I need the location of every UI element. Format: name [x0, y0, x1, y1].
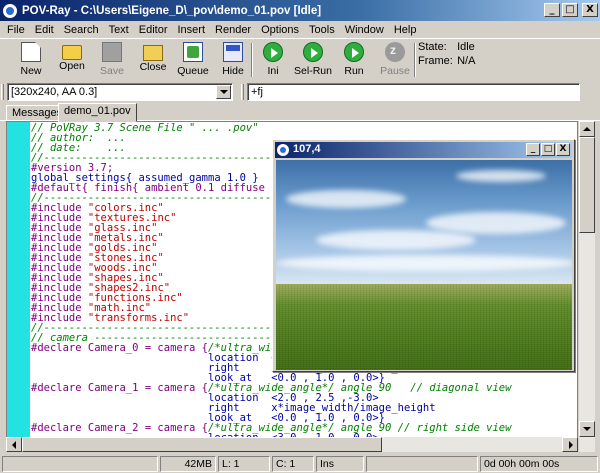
menu-window[interactable]: Window: [340, 24, 389, 36]
horizontal-scroll-thumb[interactable]: [22, 437, 382, 452]
status-blank: [366, 456, 478, 472]
status-memory: 42MB: [160, 456, 216, 472]
cloud: [276, 255, 572, 271]
pause-button[interactable]: Pause: [375, 41, 415, 79]
hide-label: Hide: [222, 65, 244, 77]
ini-button[interactable]: Ini: [253, 41, 293, 79]
menu-search[interactable]: Search: [59, 24, 104, 36]
close-file-button[interactable]: Close: [133, 41, 173, 79]
pause-label: Pause: [380, 65, 410, 77]
cloud: [456, 170, 546, 182]
menu-insert[interactable]: Insert: [173, 24, 211, 36]
chevron-down-icon[interactable]: [216, 85, 231, 99]
queue-button[interactable]: Queue: [173, 41, 213, 79]
run-icon: [344, 42, 364, 62]
status-elapsed-time: 0d 00h 00m 00s: [480, 456, 598, 472]
cloud: [286, 190, 406, 208]
save-disk-icon: [102, 42, 122, 62]
scroll-left-icon[interactable]: [6, 437, 22, 452]
resolution-select[interactable]: [320x240, AA 0.3]: [7, 83, 233, 101]
render-maximize-button[interactable]: □: [541, 143, 555, 156]
menu-editor[interactable]: Editor: [134, 24, 173, 36]
close-label: Close: [139, 61, 167, 73]
new-file-icon: [21, 42, 41, 62]
sel-run-button[interactable]: Sel-Run: [293, 41, 333, 79]
options-bar: [320x240, AA 0.3] +fj: [0, 81, 600, 103]
menu-render[interactable]: Render: [210, 24, 256, 36]
new-label: New: [20, 65, 42, 77]
run-label: Run: [344, 65, 364, 77]
state-label: State:: [418, 41, 447, 53]
grass-ground: [276, 284, 572, 370]
render-close-button[interactable]: X: [556, 143, 570, 156]
sky: [276, 160, 572, 284]
queue-label: Queue: [177, 65, 209, 77]
command-line-input[interactable]: +fj: [247, 83, 580, 101]
ini-label: Ini: [267, 65, 279, 77]
toolbar: New Open Save Close Queue Hide Ini Sel-R…: [0, 38, 600, 80]
status-bar: 42MB L: 1 C: 1 Ins 0d 00h 00m 00s: [0, 455, 600, 473]
status-message: [2, 456, 158, 472]
command-line-value: +fj: [251, 86, 263, 98]
open-button[interactable]: Open: [52, 41, 92, 79]
render-minimize-button[interactable]: _: [526, 143, 540, 156]
sel-run-label: Sel-Run: [294, 65, 332, 77]
open-label: Open: [59, 60, 85, 72]
window-title: POV-Ray - C:\Users\Eigene_D\_pov\demo_01…: [22, 4, 322, 17]
render-window-titlebar[interactable]: 107,4 _ □ X: [275, 142, 572, 158]
hide-window-icon: [223, 42, 243, 62]
state-value: Idle: [457, 41, 475, 53]
ini-run-icon: [263, 42, 283, 62]
menu-help[interactable]: Help: [389, 24, 422, 36]
menu-tools[interactable]: Tools: [304, 24, 340, 36]
resolution-value: [320x240, AA 0.3]: [11, 86, 98, 98]
title-bar[interactable]: POV-Ray - C:\Users\Eigene_D\_pov\demo_01…: [0, 0, 600, 21]
cloud: [316, 230, 476, 250]
menu-file[interactable]: File: [2, 24, 30, 36]
status-line: L: 1: [218, 456, 270, 472]
status-column: C: 1: [272, 456, 314, 472]
maximize-button[interactable]: □: [562, 3, 578, 17]
render-preview-window[interactable]: 107,4 _ □ X: [272, 139, 575, 372]
vertical-scroll-thumb[interactable]: [579, 137, 595, 233]
open-folder-icon: [62, 45, 82, 60]
horizontal-scrollbar[interactable]: [6, 437, 578, 452]
frame-value: N/A: [457, 55, 476, 67]
pause-icon: [385, 42, 405, 62]
vertical-scrollbar[interactable]: [579, 121, 595, 452]
sel-run-icon: [303, 42, 323, 62]
minimize-button[interactable]: _: [544, 3, 560, 17]
toolbar-separator: [414, 43, 416, 77]
menu-text[interactable]: Text: [104, 24, 134, 36]
editor-gutter: [7, 122, 30, 451]
menu-edit[interactable]: Edit: [30, 24, 59, 36]
run-button[interactable]: Run: [334, 41, 374, 79]
povray-app-icon: [277, 144, 289, 156]
tab-demo-01[interactable]: demo_01.pov: [58, 103, 137, 122]
close-button[interactable]: X: [582, 3, 598, 17]
close-folder-icon: [143, 45, 163, 61]
frame-label: Frame:: [418, 55, 453, 67]
save-label: Save: [100, 65, 124, 77]
new-button[interactable]: New: [11, 41, 51, 79]
status-insert-mode: Ins: [316, 456, 364, 472]
scroll-right-icon[interactable]: [562, 437, 578, 452]
queue-icon: [183, 42, 203, 62]
toolbar-grip[interactable]: [1, 84, 4, 100]
toolbar-grip[interactable]: [241, 84, 244, 100]
render-status-panel: State: Idle Frame: N/A: [418, 40, 475, 68]
render-window-title: 107,4: [293, 143, 321, 155]
document-tabs: Messages demo_01.pov: [0, 103, 600, 122]
cloud: [426, 212, 566, 234]
save-button[interactable]: Save: [92, 41, 132, 79]
menu-bar: File Edit Search Text Editor Insert Rend…: [0, 21, 600, 38]
hide-button[interactable]: Hide: [213, 41, 253, 79]
povray-app-icon[interactable]: [3, 3, 17, 18]
rendered-image: [276, 160, 572, 370]
scroll-up-icon[interactable]: [579, 121, 595, 137]
scroll-down-icon[interactable]: [579, 421, 595, 437]
menu-options[interactable]: Options: [256, 24, 304, 36]
